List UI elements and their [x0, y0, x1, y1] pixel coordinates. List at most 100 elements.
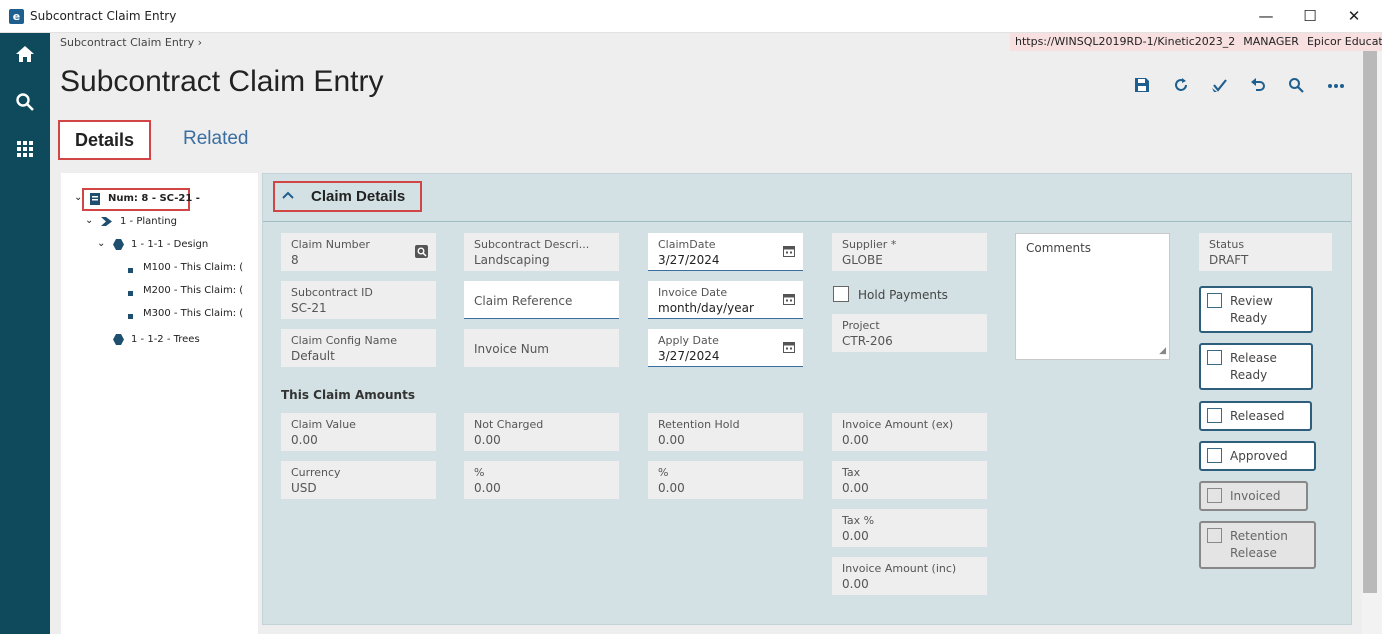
tree-item[interactable]: M100 - This Claim: ( — [143, 262, 243, 273]
field-value: 0.00 — [474, 481, 501, 495]
refresh-icon[interactable] — [1171, 77, 1191, 97]
checkbox-label: Review Ready — [1230, 294, 1273, 325]
field-label: Invoice Amount (inc) — [842, 562, 957, 575]
tax-percent-field[interactable]: Tax % 0.00 — [832, 509, 987, 547]
currency-field[interactable]: Currency USD — [281, 461, 436, 499]
breadcrumb-item[interactable]: Subcontract Claim Entry — [60, 36, 194, 49]
field-label: Claim Config Name — [291, 334, 397, 347]
chevron-up-icon[interactable] — [282, 188, 294, 203]
checkbox-box — [1207, 408, 1222, 423]
subcontract-description-field[interactable]: Subcontract Descri... Landscaping — [464, 233, 619, 271]
breadcrumb[interactable]: Subcontract Claim Entry › — [60, 36, 202, 49]
lookup-icon[interactable] — [415, 245, 428, 261]
calendar-icon[interactable] — [783, 245, 795, 260]
chevron-right-icon — [101, 217, 112, 229]
tax-field[interactable]: Tax 0.00 — [832, 461, 987, 499]
hexagon-icon — [113, 239, 124, 253]
tree-node-planting[interactable]: 1 - Planting — [120, 216, 177, 227]
supplier-field[interactable]: Supplier * GLOBE — [832, 233, 987, 271]
clear-icon[interactable] — [1209, 77, 1229, 97]
page-title: Subcontract Claim Entry — [60, 65, 384, 98]
claim-date-field[interactable]: ClaimDate 3/27/2024 — [648, 233, 803, 271]
claim-value-field[interactable]: Claim Value 0.00 — [281, 413, 436, 451]
apply-date-field[interactable]: Apply Date 3/27/2024 — [648, 329, 803, 367]
save-icon[interactable] — [1132, 77, 1152, 97]
retention-hold-percent-field[interactable]: % 0.00 — [648, 461, 803, 499]
window-title: Subcontract Claim Entry — [30, 9, 177, 23]
more-icon[interactable] — [1326, 77, 1346, 97]
field-label: Apply Date — [658, 334, 719, 347]
invoice-amount-ex-field[interactable]: Invoice Amount (ex) 0.00 — [832, 413, 987, 451]
hold-payments-checkbox[interactable] — [833, 286, 849, 302]
field-label: Invoice Date — [658, 286, 728, 299]
breadcrumb-separator: › — [197, 36, 203, 49]
not-charged-percent-field[interactable]: % 0.00 — [464, 461, 619, 499]
tree-item[interactable]: M300 - This Claim: ( — [143, 308, 243, 319]
search-icon[interactable] — [13, 92, 37, 116]
field-placeholder: Claim Reference — [474, 294, 573, 308]
field-value: 0.00 — [658, 433, 685, 447]
calendar-icon[interactable] — [783, 293, 795, 308]
invoice-date-field[interactable]: Invoice Date month/day/year — [648, 281, 803, 319]
maximize-button[interactable]: ☐ — [1288, 4, 1332, 28]
field-label: Not Charged — [474, 418, 544, 431]
field-label: Retention Hold — [658, 418, 740, 431]
tree-expand-icon[interactable]: ⌄ — [85, 215, 93, 226]
release-ready-checkbox[interactable]: Release Ready — [1199, 343, 1313, 390]
server-url: https://WINSQL2019RD-1/Kinetic2023_2 — [1015, 35, 1236, 48]
claim-config-field[interactable]: Claim Config Name Default — [281, 329, 436, 367]
field-value: 0.00 — [291, 433, 318, 447]
hold-payments-label: Hold Payments — [858, 288, 948, 302]
project-field[interactable]: Project CTR-206 — [832, 314, 987, 352]
retention-hold-field[interactable]: Retention Hold 0.00 — [648, 413, 803, 451]
tree-item[interactable]: M200 - This Claim: ( — [143, 285, 243, 296]
undo-icon[interactable] — [1248, 77, 1268, 97]
checkbox-label: Retention Release — [1230, 529, 1288, 560]
invoice-amount-inc-field[interactable]: Invoice Amount (inc) 0.00 — [832, 557, 987, 595]
field-value: 0.00 — [842, 481, 869, 495]
invoice-num-input[interactable]: Invoice Num — [464, 329, 619, 367]
released-checkbox[interactable]: Released — [1199, 401, 1312, 431]
bullet-icon — [128, 311, 133, 322]
home-icon[interactable] — [13, 44, 37, 68]
checkbox-label: Release Ready — [1230, 351, 1277, 382]
calendar-icon[interactable] — [783, 341, 795, 356]
tree-node-design[interactable]: 1 - 1-1 - Design — [131, 239, 208, 250]
comments-textarea[interactable]: Comments ◢ — [1015, 233, 1170, 360]
close-button[interactable]: ✕ — [1332, 4, 1376, 28]
checkbox-box — [1207, 448, 1222, 463]
tree-node-trees[interactable]: 1 - 1-2 - Trees — [131, 334, 200, 345]
field-label: Claim Number — [291, 238, 370, 251]
tree-expand-icon[interactable]: ⌄ — [97, 238, 105, 249]
search-icon[interactable] — [1286, 77, 1306, 97]
field-value: 0.00 — [842, 433, 869, 447]
tree-expand-icon[interactable]: ⌄ — [74, 192, 82, 203]
checkbox-label: Approved — [1230, 449, 1288, 463]
review-ready-checkbox[interactable]: Review Ready — [1199, 286, 1313, 333]
bullet-icon — [128, 288, 133, 299]
bullet-icon — [128, 265, 133, 276]
scrollbar-thumb[interactable] — [1363, 33, 1377, 593]
claim-number-field[interactable]: Claim Number 8 — [281, 233, 436, 271]
grid-icon[interactable] — [13, 140, 37, 164]
field-label: Status — [1209, 238, 1245, 251]
field-value: SC-21 — [291, 301, 327, 315]
panel-title[interactable]: Claim Details — [311, 188, 405, 205]
approved-checkbox[interactable]: Approved — [1199, 441, 1316, 471]
field-label: Project — [842, 319, 880, 332]
section-title: This Claim Amounts — [281, 388, 415, 402]
tab-details[interactable]: Details — [58, 120, 151, 160]
title-bar: e Subcontract Claim Entry — ☐ ✕ — [0, 0, 1382, 33]
divider — [263, 221, 1351, 222]
tab-related[interactable]: Related — [183, 128, 249, 150]
not-charged-field[interactable]: Not Charged 0.00 — [464, 413, 619, 451]
field-label: Claim Value — [291, 418, 356, 431]
subcontract-id-field[interactable]: Subcontract ID SC-21 — [281, 281, 436, 319]
checkbox-label: Released — [1230, 409, 1285, 423]
claim-reference-input[interactable]: Claim Reference — [464, 281, 619, 319]
field-label: Tax % — [842, 514, 875, 527]
resize-handle-icon[interactable]: ◢ — [1159, 346, 1166, 356]
field-value: 3/27/2024 — [658, 253, 720, 267]
minimize-button[interactable]: — — [1244, 4, 1288, 28]
tree-root[interactable]: Num: 8 - SC-21 - — [108, 193, 200, 204]
